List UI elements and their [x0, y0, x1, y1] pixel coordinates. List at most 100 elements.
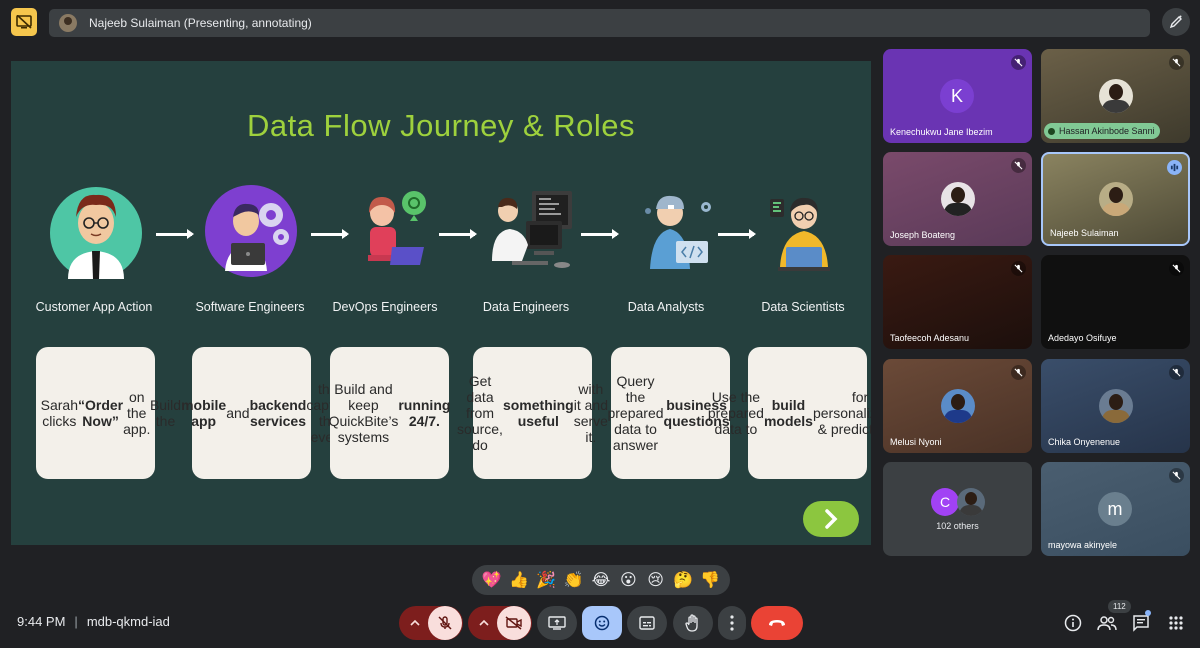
mic-off-icon: [1011, 261, 1026, 276]
mic-off-icon: [1169, 261, 1184, 276]
participant-tile[interactable]: K Kenechukwu Jane Ibezim: [883, 49, 1032, 143]
reaction-surprised[interactable]: 😮: [616, 570, 640, 590]
participant-tile[interactable]: Taofeecoh Adesanu: [883, 255, 1032, 349]
camera-off-icon: [505, 616, 522, 630]
role-label: Data Scientists: [761, 300, 845, 314]
mic-off-icon: [1169, 55, 1184, 70]
participant-tile[interactable]: m mayowa akinyele: [1041, 462, 1190, 556]
participant-tile-active-speaker[interactable]: Najeeb Sulaiman: [1041, 152, 1190, 246]
reactions-button[interactable]: [582, 606, 622, 640]
reaction-sad[interactable]: 😢: [644, 570, 668, 590]
emoji-icon: [594, 615, 610, 631]
reaction-laugh[interactable]: 😂: [589, 570, 613, 590]
mic-off-icon: [1011, 158, 1026, 173]
raise-hand-icon: [685, 614, 698, 632]
participant-name: Adedayo Osifuye: [1048, 333, 1117, 343]
chat-button[interactable]: [1131, 613, 1151, 633]
captions-icon: [639, 616, 655, 630]
raise-hand-button[interactable]: [673, 606, 713, 640]
stop-presenting-icon: [16, 15, 32, 29]
meet-window: Najeeb Sulaiman (Presenting, annotating)…: [0, 0, 1200, 648]
meeting-details-button[interactable]: [1063, 613, 1083, 633]
presenter-status: Najeeb Sulaiman (Presenting, annotating): [89, 16, 312, 30]
speaking-name-pill: Hassan Akinbode Sanni: [1044, 123, 1160, 139]
software-engineer-illustration: [186, 176, 316, 286]
avatar: K: [940, 79, 974, 113]
customer-illustration: [31, 176, 161, 286]
apps-grid-icon: [1169, 616, 1183, 630]
data-scientist-illustration: [735, 176, 865, 286]
people-icon: [1097, 616, 1117, 631]
avatar: [1099, 182, 1133, 216]
others-count: 102 others: [936, 521, 979, 531]
others-tile[interactable]: C 102 others: [883, 462, 1032, 556]
more-vert-icon: [730, 615, 734, 631]
speaking-indicator-icon: [1167, 160, 1182, 175]
avatar: [941, 182, 975, 216]
mic-off-icon: [1011, 55, 1026, 70]
data-engineer-illustration: [467, 176, 597, 286]
unread-indicator: [1145, 610, 1151, 616]
reaction-party[interactable]: 🎉: [534, 570, 558, 590]
participant-name: mayowa akinyele: [1048, 540, 1118, 550]
role-label: Data Analysts: [627, 300, 705, 314]
participant-tile[interactable]: Chika Onyenenue: [1041, 359, 1190, 453]
chat-icon: [1133, 615, 1149, 632]
avatar: [1099, 389, 1133, 423]
participant-tile[interactable]: Melusi Nyoni: [883, 359, 1032, 453]
clock-time: 9:44 PM: [17, 614, 66, 629]
mic-off-icon: [1011, 365, 1026, 380]
present-screen-icon: [548, 616, 566, 630]
avatar: [957, 488, 985, 516]
reaction-thumbs-up[interactable]: 👍: [507, 570, 531, 590]
reaction-thumbs-down[interactable]: 👎: [698, 570, 722, 590]
presenter-avatar: [59, 14, 77, 32]
annotate-button[interactable]: [1162, 8, 1190, 36]
mic-off-icon: [1169, 365, 1184, 380]
people-button[interactable]: [1097, 613, 1117, 633]
role-card: Sarah clicks “Order Now” on the app.: [36, 347, 155, 479]
reaction-heart[interactable]: 💖: [480, 570, 504, 590]
divider: |: [74, 614, 78, 629]
participant-name: Melusi Nyoni: [890, 437, 942, 447]
data-analyst-illustration: [609, 176, 739, 286]
participant-name: Joseph Boateng: [890, 230, 956, 240]
present-button[interactable]: [537, 606, 577, 640]
participant-tile[interactable]: Joseph Boateng: [883, 152, 1032, 246]
camera-toggle-button[interactable]: [497, 606, 531, 640]
pen-icon: [1169, 15, 1182, 29]
reaction-thinking[interactable]: 🤔: [671, 570, 695, 590]
participant-tile[interactable]: Adedayo Osifuye: [1041, 255, 1190, 349]
participant-name: Najeeb Sulaiman: [1050, 228, 1119, 238]
avatar: m: [1098, 492, 1132, 526]
avatar: C: [931, 488, 959, 516]
captions-button[interactable]: [627, 606, 667, 640]
participant-name: Chika Onyenenue: [1048, 437, 1121, 447]
people-count-badge: 112: [1108, 600, 1131, 613]
role-label: Customer App Action: [35, 300, 153, 314]
role-card: Build the mobile app and backend service…: [150, 347, 353, 479]
slide-next-button[interactable]: [803, 501, 859, 537]
participant-name: Hassan Akinbode Sanni: [1059, 126, 1155, 136]
participant-tile[interactable]: Hassan Akinbode Sanni: [1041, 49, 1190, 143]
role-label: Software Engineers: [195, 300, 305, 314]
role-label: Data Engineers: [482, 300, 570, 314]
meeting-info: 9:44 PM | mdb-qkmd-iad: [17, 614, 170, 629]
chevron-right-icon: [825, 509, 838, 529]
reaction-bar: 💖 👍 🎉 👏 😂 😮 😢 🤔 👎: [472, 565, 730, 595]
devops-engineer-illustration: [325, 176, 455, 286]
more-options-button[interactable]: [718, 606, 746, 640]
role-card: Build and keep QuickBite’s systems runni…: [329, 347, 450, 479]
avatar: [1099, 79, 1133, 113]
mic-toggle-button[interactable]: [428, 606, 462, 640]
chevron-up-icon: [410, 619, 420, 626]
stop-presenting-button[interactable]: [11, 8, 37, 36]
activities-button[interactable]: [1166, 613, 1186, 633]
leave-call-button[interactable]: [751, 606, 803, 640]
reaction-clap[interactable]: 👏: [562, 570, 586, 590]
role-label: DevOps Engineers: [332, 300, 438, 314]
mic-off-icon: [1169, 468, 1184, 483]
chevron-up-icon: [479, 619, 489, 626]
shared-slide: Data Flow Journey & Roles Customer App A…: [11, 61, 871, 545]
avatar: [941, 389, 975, 423]
